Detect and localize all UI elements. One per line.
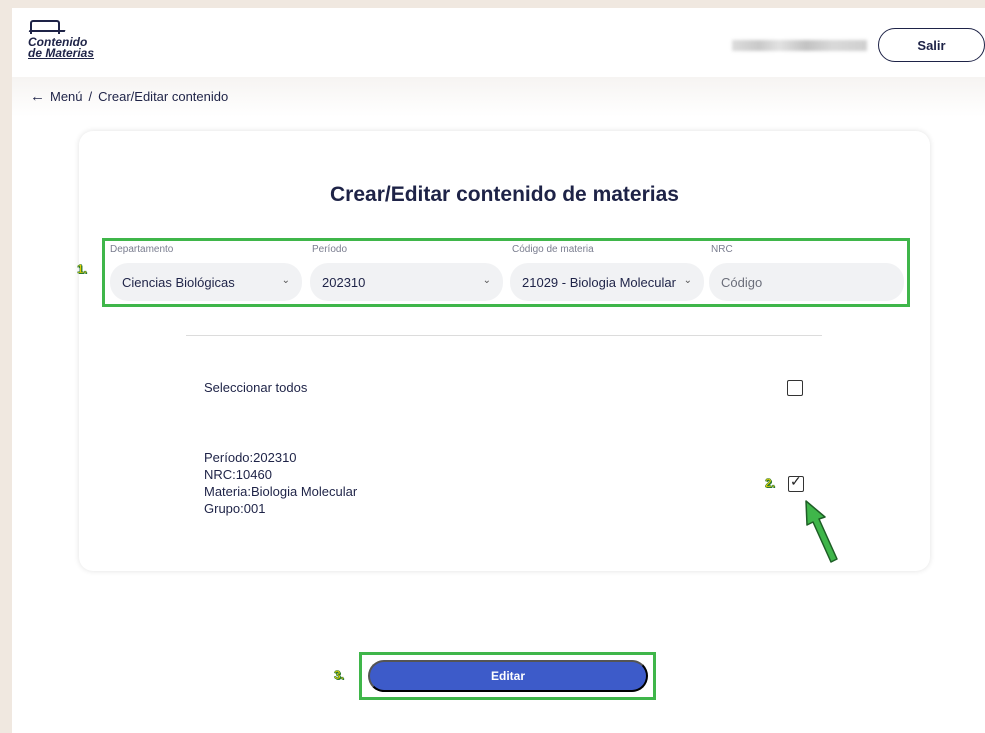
filters-row: Departamento Ciencias Biológicas ⌄ Perío… [102,238,910,307]
chevron-down-icon: ⌄ [482,275,491,286]
step-3-badge: 3. [334,668,345,683]
subject-code-select[interactable]: 21029 - Biologia Molecular ⌄ [510,263,704,301]
blurred-user-name [732,40,867,51]
course-checkbox[interactable]: ✓ [788,473,804,492]
header: Contenido de Materias Salir [12,8,985,77]
department-select[interactable]: Ciencias Biológicas ⌄ [110,263,302,301]
select-all-checkbox[interactable] [787,380,803,396]
course-nrc: NRC:10460 [204,467,272,482]
department-label: Departamento [110,244,174,255]
department-value: Ciencias Biológicas [122,274,235,290]
subject-code-label: Código de materia [512,244,594,255]
course-subject: Materia:Biologia Molecular [204,484,358,499]
select-all-label: Seleccionar todos [204,380,308,395]
logo-line-2: de Materias [28,46,95,60]
edit-button[interactable]: Editar [368,660,648,692]
app-logo[interactable]: Contenido de Materias [28,20,98,70]
period-label: Período [312,244,348,255]
breadcrumb-current: Crear/Editar contenido [98,89,229,104]
breadcrumb-separator: / [88,89,93,104]
checkmark-icon: ✓ [790,473,802,489]
subject-code-value: 21029 - Biologia Molecular [522,274,676,290]
arrow-left-icon[interactable]: ← [30,88,45,105]
step-1-badge: 1. [77,262,88,277]
chevron-down-icon: ⌄ [281,275,290,286]
logout-button[interactable]: Salir [878,28,985,62]
divider [186,335,822,336]
nrc-placeholder: Código [721,274,763,290]
logo-text: Contenido de Materias [28,36,95,60]
period-select[interactable]: 202310 ⌄ [310,263,503,301]
course-group: Grupo:001 [204,501,266,516]
logo-icon [30,20,60,34]
nrc-input[interactable]: Código [709,263,904,301]
period-value: 202310 [322,274,366,290]
content-card: Crear/Editar contenido de materias Depar… [77,131,930,571]
step-2-badge: 2. [765,476,776,491]
page-title: Crear/Editar contenido de materias [330,183,679,206]
chevron-down-icon: ⌄ [683,275,692,286]
app-window: Contenido de Materias Salir ← Menú / Cre… [12,8,985,733]
nrc-label: NRC [711,244,733,255]
course-period: Período:202310 [204,450,297,465]
annotation-arrow-icon [805,500,838,563]
breadcrumb-menu-link[interactable]: Menú [50,89,83,104]
course-item: Período:202310 NRC:10460 Materia:Biologi… [204,449,357,517]
edit-highlight: Editar [359,652,656,700]
breadcrumb: ← Menú / Crear/Editar contenido [30,88,228,105]
